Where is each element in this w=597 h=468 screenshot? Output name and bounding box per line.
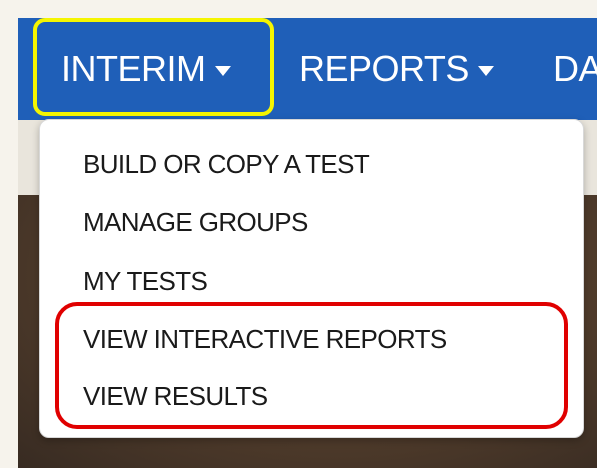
- menu-item-build-or-copy-test[interactable]: BUILD OR COPY A TEST: [83, 149, 370, 180]
- caret-down-icon: [214, 66, 231, 76]
- nav-interim-menu[interactable]: INTERIM: [61, 18, 231, 120]
- nav-data-menu[interactable]: DA: [553, 18, 597, 120]
- page-frame: INTERIM REPORTS DA BUILD OR COPY A TEST …: [18, 18, 597, 468]
- nav-reports-menu[interactable]: REPORTS: [299, 18, 494, 120]
- nav-data-label: DA: [553, 48, 597, 89]
- caret-down-icon: [477, 66, 494, 76]
- menu-item-manage-groups[interactable]: MANAGE GROUPS: [83, 207, 308, 238]
- results-highlight-box: [55, 302, 568, 429]
- nav-reports-label: REPORTS: [299, 48, 469, 89]
- top-navbar: INTERIM REPORTS DA: [18, 18, 597, 120]
- nav-interim-label: INTERIM: [61, 48, 206, 89]
- menu-item-my-tests[interactable]: MY TESTS: [83, 266, 208, 297]
